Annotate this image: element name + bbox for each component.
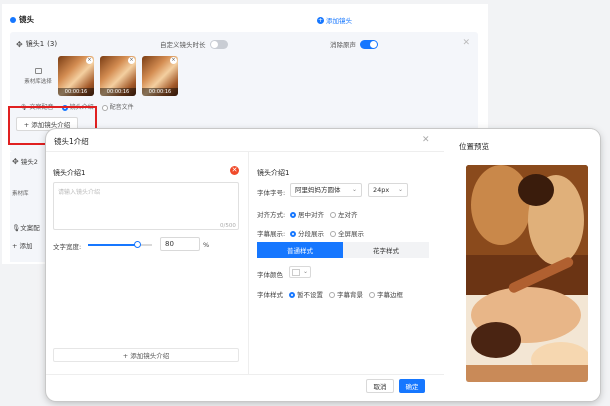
font-color-label: 字体颜色 — [257, 271, 283, 279]
font-family-select[interactable]: 阿里妈妈方圆体 ⌄ — [290, 183, 362, 197]
shot2-library[interactable]: 素材库 — [12, 189, 29, 197]
library-select-button[interactable]: 素材库选择 — [18, 56, 58, 96]
shot-name: 镜头1 — [25, 40, 45, 48]
shot2-add-intro[interactable]: + 添加 — [12, 240, 33, 250]
section-dot-icon — [10, 16, 16, 23]
divider — [46, 374, 444, 375]
remove-clip-icon[interactable]: × — [128, 57, 135, 64]
display-label: 字幕展示: — [257, 230, 286, 238]
modal-title: 镜头1介绍 — [54, 137, 89, 146]
position-preview: 位置预览 — [446, 129, 600, 401]
mute-switch[interactable] — [360, 39, 378, 49]
mute-label: 消除原声 — [330, 41, 356, 49]
add-shot-button[interactable]: + 添加镜头 — [317, 15, 352, 25]
align-left-option[interactable]: 左对齐 — [330, 209, 358, 219]
preview-image — [466, 165, 588, 382]
folder-icon — [34, 67, 42, 74]
preview-photo — [466, 165, 588, 382]
shot2-voice[interactable]: 🎙文案配 — [12, 222, 40, 232]
shot-header: ✥ 镜头1 (3) — [16, 39, 57, 49]
tab-fancy-style[interactable]: 花字样式 — [343, 242, 429, 258]
custom-duration-toggle-row: 自定义镜头时长 — [160, 39, 228, 49]
remove-clip-icon[interactable]: × — [170, 57, 177, 64]
drag-handle-icon[interactable]: ✥ — [12, 157, 19, 166]
add-intro-button[interactable]: + 添加镜头介绍 — [53, 348, 239, 362]
display-fullscreen-option[interactable]: 全屏展示 — [330, 228, 364, 238]
add-shot-label: 添加镜头 — [326, 17, 352, 25]
delete-intro-icon[interactable]: ✕ — [230, 166, 239, 175]
mute-toggle-row: 消除原声 — [330, 39, 378, 49]
modal-editor: 镜头1介绍 ✕ 镜头介绍1 ✕ 请输入镜头介绍 0/500 文字宽度: 80 %… — [46, 129, 444, 401]
remove-clip-icon[interactable]: × — [86, 57, 93, 64]
clip-duration: 00:00:16 — [100, 88, 136, 96]
text-width-slider-handle[interactable] — [134, 241, 141, 248]
plus-circle-icon: + — [317, 16, 324, 24]
char-counter: 0/500 — [220, 223, 236, 229]
align-label: 对齐方式: — [257, 211, 286, 219]
clip-thumbnail[interactable]: × 00:00:16 — [100, 56, 136, 96]
intro-label: 镜头介绍1 — [53, 169, 86, 177]
custom-duration-label: 自定义镜头时长 — [160, 41, 206, 49]
shot2-header: ✥ 镜头2 — [12, 157, 38, 166]
close-icon[interactable]: ✕ — [422, 135, 430, 145]
cancel-button[interactable]: 取消 — [366, 379, 394, 393]
chevron-down-icon: ⌄ — [302, 268, 308, 275]
intro-modal: 镜头1介绍 ✕ 镜头介绍1 ✕ 请输入镜头介绍 0/500 文字宽度: 80 %… — [46, 129, 600, 401]
font-size-select[interactable]: 24px ⌄ — [368, 183, 408, 197]
preview-title: 位置预览 — [459, 142, 489, 151]
close-icon[interactable]: ✕ — [462, 38, 470, 48]
section-title: 镜头 — [10, 14, 34, 25]
display-segment-option[interactable]: 分段展示 — [290, 228, 324, 238]
option-voice-file[interactable]: 配音文件 — [101, 102, 134, 111]
clip-duration: 00:00:16 — [142, 88, 178, 96]
clip-duration: 00:00:16 — [58, 88, 94, 96]
radio — [101, 104, 108, 111]
divider — [46, 151, 444, 152]
style-none-option[interactable]: 暂不设置 — [289, 289, 323, 299]
drag-handle-icon[interactable]: ✥ — [16, 40, 23, 49]
font-color-picker[interactable]: ⌄ — [289, 266, 311, 278]
clip-thumbnail[interactable]: × 00:00:16 — [142, 56, 178, 96]
style-tabs: 普通样式 花字样式 — [257, 242, 429, 258]
chevron-down-icon: ⌄ — [397, 186, 403, 193]
shot-clip-count: (3) — [47, 40, 58, 48]
library-label: 素材库选择 — [24, 78, 52, 85]
style-background-option[interactable]: 字幕背景 — [329, 289, 363, 299]
font-style-label: 字体样式 — [257, 291, 283, 299]
font-style-options: 暂不设置 字幕背景 字幕边框 — [289, 289, 403, 299]
divider — [248, 152, 249, 374]
intro-textarea[interactable]: 请输入镜头介绍 — [53, 182, 239, 230]
text-width-unit: % — [203, 241, 210, 249]
align-center-option[interactable]: 居中对齐 — [290, 209, 324, 219]
chevron-down-icon: ⌄ — [351, 186, 357, 193]
text-width-input[interactable]: 80 — [160, 237, 200, 251]
confirm-button[interactable]: 确定 — [399, 379, 425, 393]
tab-normal-style[interactable]: 普通样式 — [257, 242, 343, 258]
style-border-option[interactable]: 字幕边框 — [369, 289, 403, 299]
text-width-label: 文字宽度: — [53, 243, 82, 251]
clip-thumbnail[interactable]: × 00:00:16 — [58, 56, 94, 96]
font-label: 字体字号: — [257, 189, 286, 197]
align-options: 居中对齐 左对齐 — [290, 209, 358, 219]
section-title-text: 镜头 — [19, 15, 34, 24]
display-options: 分段展示 全屏展示 — [290, 228, 364, 238]
custom-duration-switch[interactable] — [209, 39, 228, 49]
intro-settings-label: 镜头介绍1 — [257, 169, 290, 177]
